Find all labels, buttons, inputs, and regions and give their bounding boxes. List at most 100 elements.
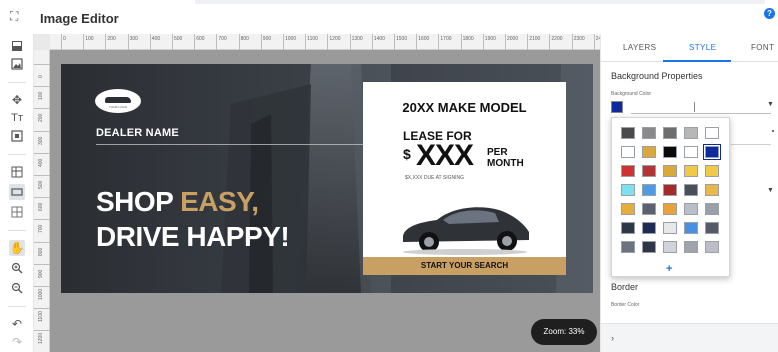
ruler-label: 600 [38,202,44,212]
offer-per: PER [487,147,508,158]
resize-icon[interactable] [9,128,25,144]
color-swatch[interactable] [705,222,719,234]
offer-month: MONTH [487,158,524,169]
table-icon[interactable] [9,164,25,180]
top-strip [195,0,765,4]
toolbar-divider [8,154,26,155]
color-swatch[interactable] [705,241,719,253]
offer-box[interactable]: 20XX MAKE MODEL LEASE FOR $ XXX PER MONTH… [363,82,566,275]
color-swatch[interactable] [684,146,698,158]
dealer-name[interactable]: DEALER NAME [96,127,179,139]
zoom-in-icon[interactable] [9,260,25,276]
car-image [403,207,529,255]
move-icon[interactable]: ✥ [9,92,25,108]
border-color-label: Border Color [611,302,640,308]
color-swatch[interactable] [684,184,698,196]
image-icon[interactable] [9,38,25,54]
ruler-label: 0 [38,75,44,78]
color-swatch[interactable] [663,146,677,158]
tab-style[interactable]: STYLE [689,43,716,52]
zoom-out-icon[interactable] [9,280,25,296]
color-swatch[interactable] [621,146,635,158]
color-swatch[interactable] [642,222,656,234]
logo-car-shape [105,97,131,103]
headline-line-2[interactable]: DRIVE HAPPY! [96,221,290,253]
color-swatch[interactable] [705,184,719,196]
ruler-label: 900 [262,36,272,42]
ruler-label: 300 [38,136,44,145]
color-swatch[interactable] [705,203,719,215]
redo-icon[interactable]: ↷ [9,334,25,350]
ruler-corner [34,34,50,50]
color-swatch[interactable] [684,203,698,215]
color-swatch[interactable] [642,127,656,139]
ruler-label: 1100 [38,311,44,323]
color-swatch[interactable] [663,203,677,215]
zoom-indicator[interactable]: Zoom: 33% [531,319,597,345]
color-swatch[interactable] [621,165,635,177]
ruler-label: 500 [174,36,183,42]
color-swatch[interactable] [642,165,656,177]
ruler-label: 1700 [440,36,452,42]
more-icon[interactable] [772,130,774,132]
tab-layers[interactable]: LAYERS [623,43,656,52]
color-swatch[interactable] [705,127,719,139]
hand-icon[interactable]: ✋ [9,240,25,256]
ruler-label: 2000 [507,36,519,42]
color-swatch[interactable] [642,146,656,158]
dealer-divider [96,144,376,145]
ruler-label: 0 [63,36,66,42]
background-properties-title: Background Properties [611,71,703,81]
undo-icon[interactable]: ↶ [9,316,25,332]
color-swatch[interactable] [705,165,719,177]
chevron-down-icon[interactable]: ▼ [767,187,774,194]
color-swatch[interactable] [663,184,677,196]
color-swatch[interactable] [642,184,656,196]
background-color-swatch[interactable] [611,101,623,113]
chevron-right-icon[interactable]: › [611,333,614,343]
color-swatch[interactable] [663,165,677,177]
chevron-down-icon[interactable]: ▼ [767,101,774,108]
fullscreen-icon[interactable]: ⛶ [10,10,22,22]
grid-icon[interactable] [9,204,25,220]
color-swatch[interactable] [621,222,635,234]
canvas-area[interactable]: 0 100 200 300 400 500 600 700 800 900 1000 1100 1200… [34,34,600,352]
active-tab-indicator [663,60,731,62]
left-ruler: 0 100 200 300 400 500 600 700 800 900 1000 1100 1200… [34,50,50,352]
ruler-label: 1100 [307,36,318,42]
ruler-label: 700 [218,36,227,42]
color-swatch[interactable] [684,222,698,234]
color-swatch[interactable] [684,165,698,177]
color-swatch[interactable] [684,127,698,139]
offer-due: $X,XXX DUE AT SIGNING [405,175,464,181]
layout-icon[interactable] [9,184,25,200]
ruler-label: 1900 [484,36,496,42]
offer-per-month: PER MONTH [487,147,524,169]
color-swatch[interactable] [642,203,656,215]
color-swatch[interactable] [621,127,635,139]
headline-line-1[interactable]: SHOP EASY, [96,186,259,218]
color-swatch[interactable] [663,241,677,253]
help-icon[interactable]: ? [764,8,775,19]
toolbar-divider [8,82,26,83]
field-underline [731,144,771,145]
text-icon[interactable]: Tт [9,110,25,126]
color-swatch[interactable] [684,241,698,253]
color-swatch[interactable] [621,203,635,215]
color-swatch[interactable] [663,127,677,139]
toolbar-divider [8,306,26,307]
tab-font[interactable]: FONT [751,43,774,52]
color-swatch[interactable] [621,241,635,253]
left-toolbar: ✥ Tт ✋ ↶ ↷ [0,34,34,352]
ad-banner[interactable]: YOUR LOGO DEALER NAME SHOP EASY, DRIVE H… [61,64,593,293]
color-swatch[interactable] [642,241,656,253]
start-search-button[interactable]: START YOUR SEARCH [363,257,566,275]
headline-prefix: SHOP [96,186,181,217]
ruler-label: 800 [38,247,44,256]
color-swatch[interactable] [663,222,677,234]
image-frame-icon[interactable] [9,56,25,72]
add-color-button[interactable]: + [666,263,672,275]
color-swatch[interactable] [703,144,721,160]
color-swatch[interactable] [621,184,635,196]
background-color-field[interactable] [631,113,771,114]
